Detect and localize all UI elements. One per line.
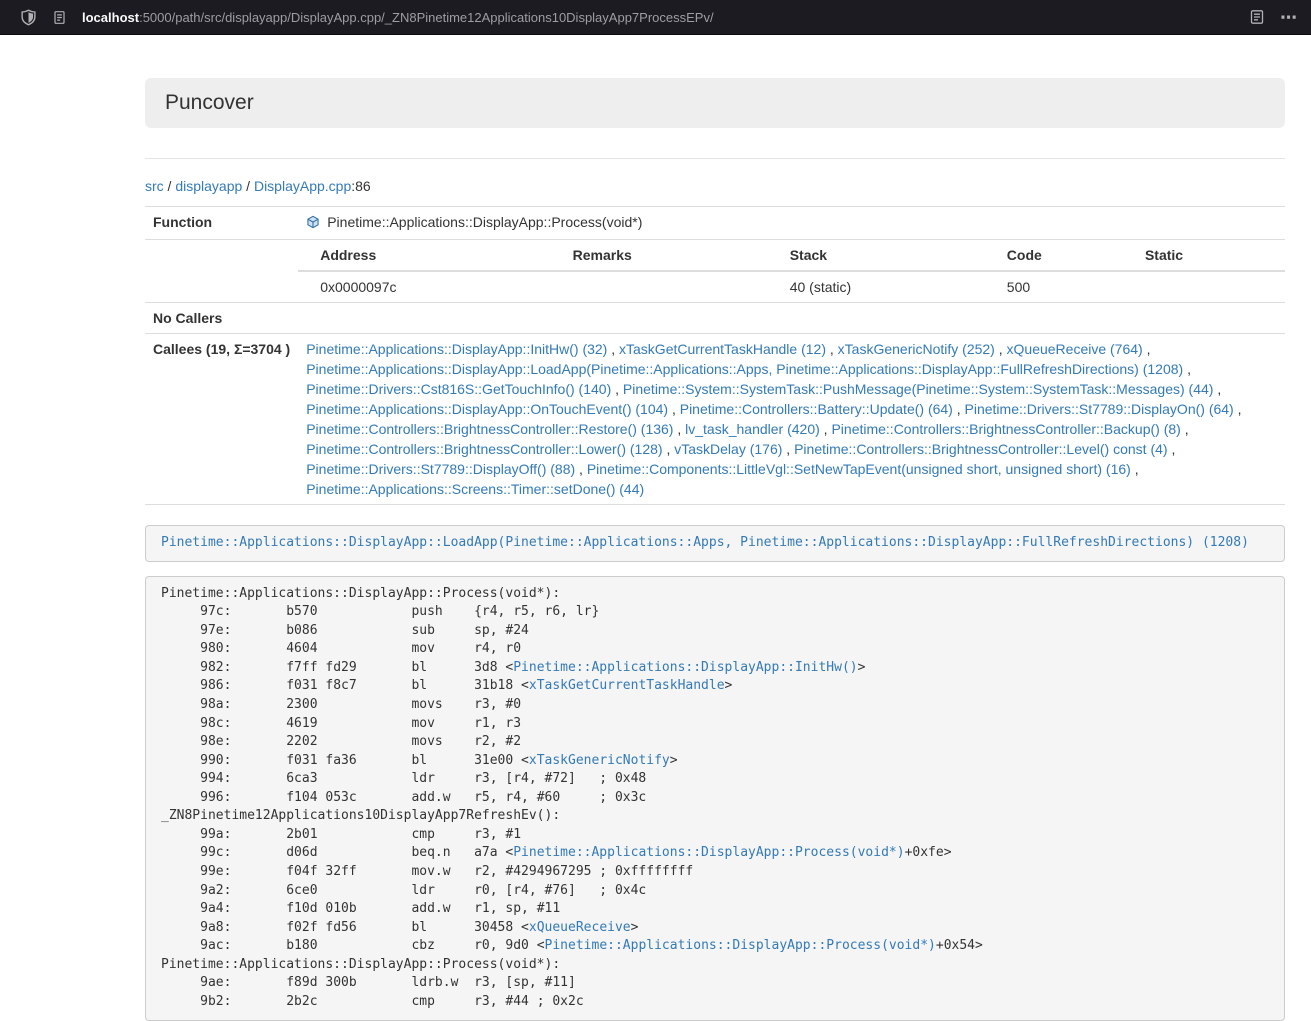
callee-link[interactable]: Pinetime::Controllers::BrightnessControl… xyxy=(306,441,662,457)
url-bar[interactable]: localhost:5000/path/src/displayapp/Displ… xyxy=(82,10,714,25)
function-name: Pinetime::Applications::DisplayApp::Proc… xyxy=(327,214,642,230)
callee-link[interactable]: Pinetime::Applications::DisplayApp::Load… xyxy=(306,361,1183,377)
callee-link[interactable]: Pinetime::Applications::DisplayApp::OnTo… xyxy=(306,401,668,417)
breadcrumb-line-number: :86 xyxy=(351,178,370,194)
symbol-link[interactable]: xTaskGenericNotify xyxy=(529,753,670,768)
symbol-link[interactable]: Pinetime::Applications::DisplayApp::Init… xyxy=(513,660,857,675)
overflow-menu-icon[interactable]: ⋯ xyxy=(1280,9,1297,26)
callee-link[interactable]: Pinetime::Applications::DisplayApp::Init… xyxy=(306,341,607,357)
breadcrumb-separator: / xyxy=(242,178,254,194)
callee-link[interactable]: Pinetime::Controllers::BrightnessControl… xyxy=(306,421,673,437)
function-label: Function xyxy=(145,207,298,240)
symbol-link[interactable]: Pinetime::Applications::DisplayApp::Proc… xyxy=(513,845,904,860)
metrics-header-row: Address Remarks Stack Code Static xyxy=(298,240,1285,271)
browser-chrome: localhost:5000/path/src/displayapp/Displ… xyxy=(0,0,1311,35)
page-title: Puncover xyxy=(165,91,254,114)
content-area: Puncover src / displayapp / DisplayApp.c… xyxy=(145,78,1285,1021)
breadcrumb: src / displayapp / DisplayApp.cpp:86 xyxy=(145,178,1285,194)
app-header: Puncover xyxy=(145,78,1285,128)
no-callers-cell xyxy=(298,303,1285,334)
disassembly-block: Pinetime::Applications::DisplayApp::Proc… xyxy=(145,576,1285,1021)
callee-link[interactable]: xQueueReceive (764) xyxy=(1007,341,1143,357)
symbol-link[interactable]: xTaskGetCurrentTaskHandle xyxy=(529,678,725,693)
col-stack: Stack xyxy=(782,240,999,271)
breadcrumb-link[interactable]: src xyxy=(145,178,164,194)
function-row: Function Pinetime::Applications::Display… xyxy=(145,207,1285,240)
snippet-header-link[interactable]: Pinetime::Applications::DisplayApp::Load… xyxy=(161,535,1249,550)
reader-view-icon[interactable] xyxy=(1249,9,1265,25)
callee-link[interactable]: Pinetime::Controllers::BrightnessControl… xyxy=(831,421,1180,437)
snippet-header: Pinetime::Applications::DisplayApp::Load… xyxy=(145,525,1285,562)
no-callers-row: No Callers xyxy=(145,303,1285,334)
callee-link[interactable]: xTaskGetCurrentTaskHandle (12) xyxy=(619,341,826,357)
callee-link[interactable]: Pinetime::Controllers::Battery::Update()… xyxy=(680,401,953,417)
empty-label-cell xyxy=(145,240,298,303)
code-value: 500 xyxy=(999,271,1137,302)
remarks-value xyxy=(565,271,782,302)
static-value xyxy=(1137,271,1285,302)
shield-icon[interactable] xyxy=(20,9,37,26)
function-table: Function Pinetime::Applications::Display… xyxy=(145,206,1285,505)
symbol-link[interactable]: Pinetime::Applications::DisplayApp::Proc… xyxy=(545,938,936,953)
callees-row: Callees (19, Σ=3704 ) Pinetime::Applicat… xyxy=(145,334,1285,505)
callee-link[interactable]: Pinetime::Drivers::St7789::DisplayOn() (… xyxy=(965,401,1234,417)
callees-list: Pinetime::Applications::DisplayApp::Init… xyxy=(298,334,1285,505)
col-address: Address xyxy=(298,240,564,271)
metrics-row: Address Remarks Stack Code Static 0x0000… xyxy=(145,240,1285,303)
callee-link[interactable]: xTaskGenericNotify (252) xyxy=(838,341,995,357)
metrics-table: Address Remarks Stack Code Static 0x0000… xyxy=(298,240,1285,302)
callees-label: Callees (19, Σ=3704 ) xyxy=(145,334,298,505)
breadcrumb-link[interactable]: displayapp xyxy=(175,178,242,194)
url-path: :5000/path/src/displayapp/DisplayApp.cpp… xyxy=(139,10,714,25)
callee-link[interactable]: Pinetime::Drivers::Cst816S::GetTouchInfo… xyxy=(306,381,611,397)
callee-link[interactable]: Pinetime::Applications::Screens::Timer::… xyxy=(306,481,644,497)
url-host: localhost xyxy=(82,10,139,25)
breadcrumb-separator: / xyxy=(164,178,176,194)
stack-value: 40 (static) xyxy=(782,271,999,302)
col-remarks: Remarks xyxy=(565,240,782,271)
address-value: 0x0000097c xyxy=(298,271,564,302)
callee-link[interactable]: lv_task_handler (420) xyxy=(685,421,820,437)
callee-link[interactable]: Pinetime::Components::LittleVgl::SetNewT… xyxy=(587,461,1131,477)
function-icon xyxy=(306,214,320,234)
callee-link[interactable]: Pinetime::Controllers::BrightnessControl… xyxy=(794,441,1167,457)
callee-link[interactable]: Pinetime::System::SystemTask::PushMessag… xyxy=(623,381,1214,397)
callee-link[interactable]: vTaskDelay (176) xyxy=(674,441,782,457)
breadcrumb-link[interactable]: DisplayApp.cpp xyxy=(254,178,351,194)
col-code: Code xyxy=(999,240,1137,271)
no-callers-label: No Callers xyxy=(145,303,298,334)
callee-link[interactable]: Pinetime::Drivers::St7789::DisplayOff() … xyxy=(306,461,575,477)
col-static: Static xyxy=(1137,240,1285,271)
page-icon xyxy=(52,10,67,25)
divider xyxy=(145,158,1285,159)
function-name-cell: Pinetime::Applications::DisplayApp::Proc… xyxy=(298,207,1285,240)
symbol-link[interactable]: xQueueReceive xyxy=(529,920,631,935)
metrics-values-row: 0x0000097c 40 (static) 500 xyxy=(298,271,1285,302)
